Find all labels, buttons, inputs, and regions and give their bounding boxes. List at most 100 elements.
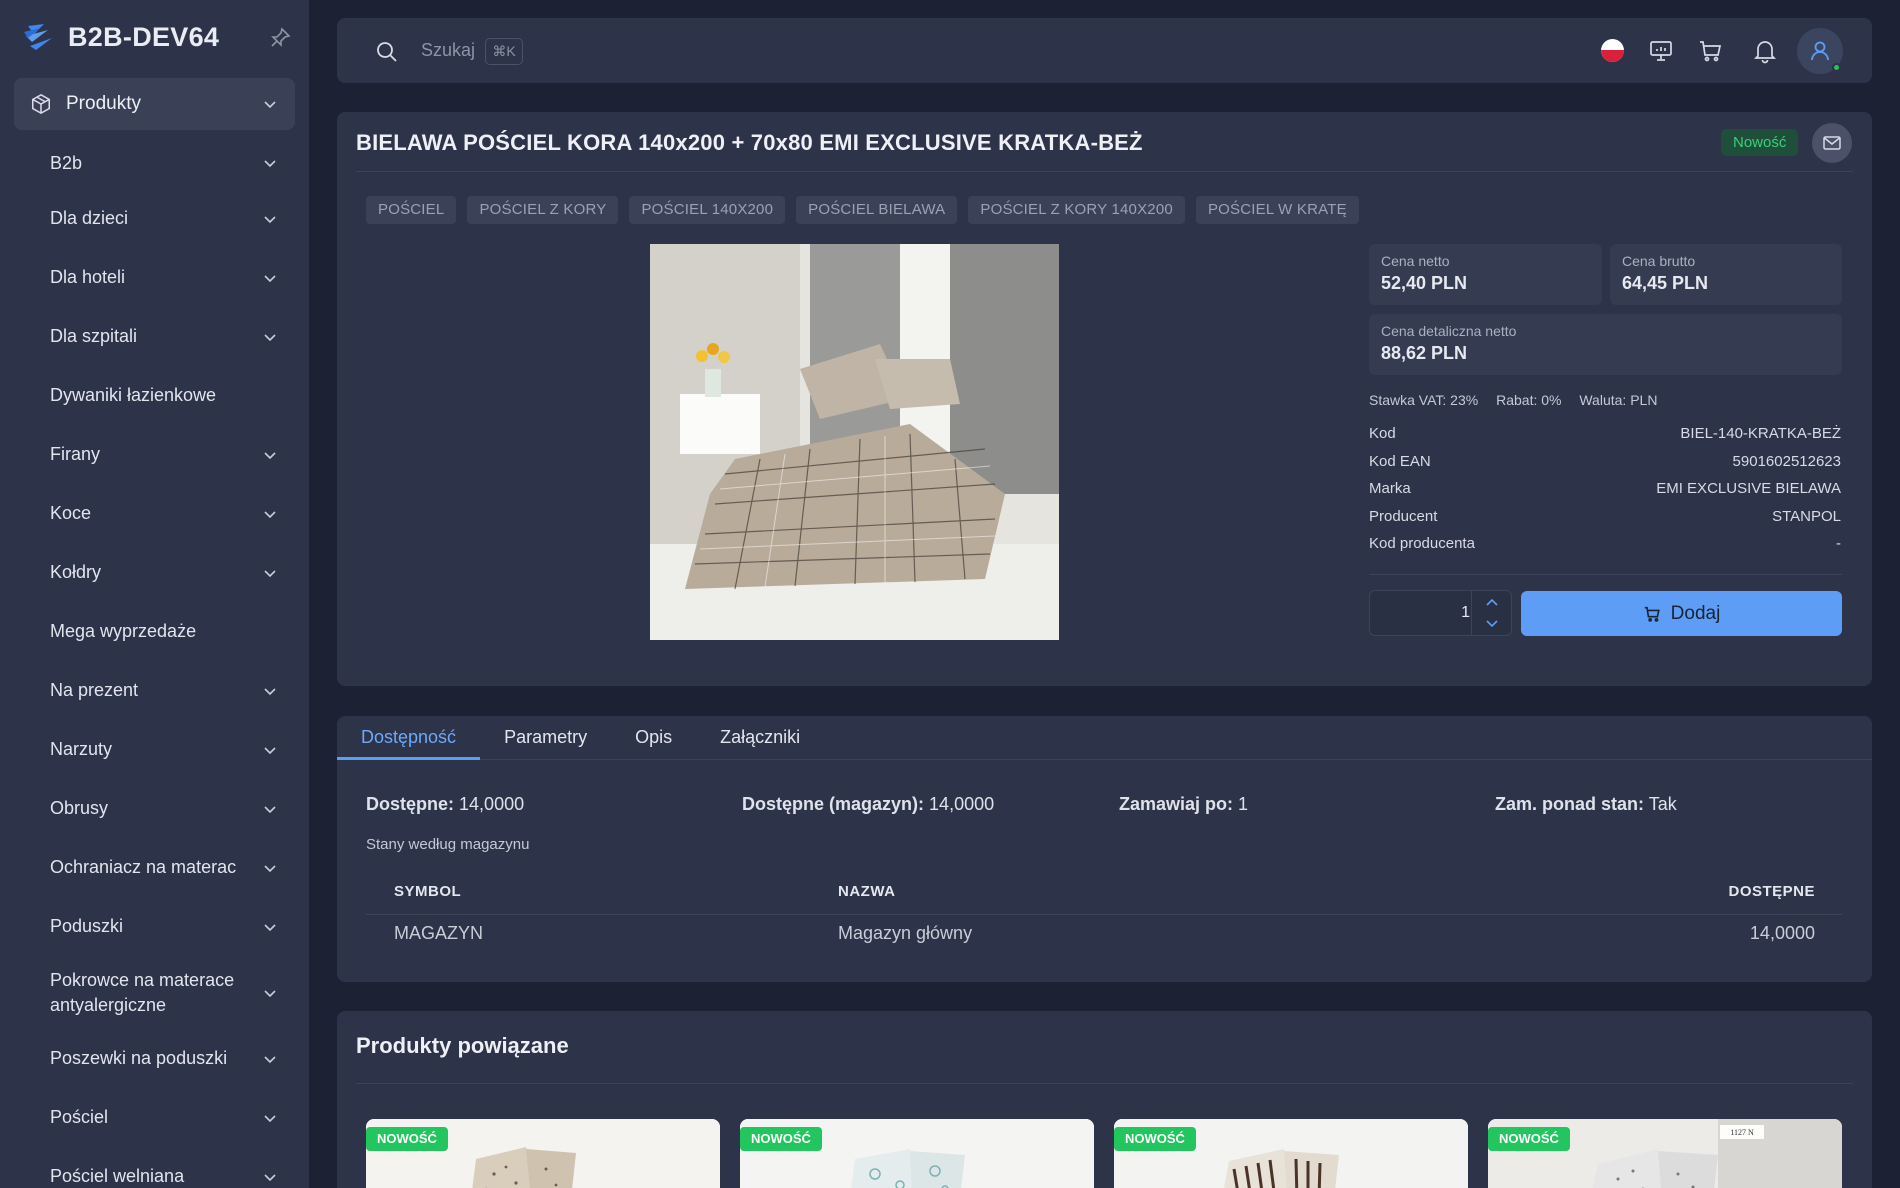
sidebar-item-ochraniacz-na-materac[interactable]: Ochraniacz na materac (14, 838, 295, 897)
sidebar-item-produkty[interactable]: Produkty (14, 78, 295, 130)
sidebar-item-koce[interactable]: Koce (14, 484, 295, 543)
cell-name: Magazyn główny (838, 923, 973, 943)
new-badge: NOWOŚĆ (1114, 1127, 1196, 1151)
product-tag[interactable]: POŚCIEL BIELAWA (796, 196, 958, 224)
sidebar-item-b2b[interactable]: B2b (14, 137, 295, 189)
tab-załączniki[interactable]: Załączniki (696, 716, 824, 760)
product-tag[interactable]: POŚCIEL Z KORY 140X200 (968, 196, 1185, 224)
sidebar: B2B-DEV64 Produkty B2b Dla dzieci Dla hote… (0, 0, 309, 1188)
chevron-down-icon (264, 746, 276, 754)
product-tag[interactable]: POŚCIEL Z KORY (467, 196, 619, 224)
sidebar-item-dywaniki-łazienkowe[interactable]: Dywaniki łazienkowe (14, 366, 295, 425)
sidebar-item-obrusy[interactable]: Obrusy (14, 779, 295, 838)
sidebar-item-label: B2b (50, 152, 83, 173)
chevron-down-icon (264, 864, 276, 872)
gross-price-box: Cena brutto 64,45 PLN (1610, 244, 1842, 305)
related-product-card[interactable]: 1127 N NOWOŚĆ (1488, 1119, 1842, 1188)
quantity-decrease-button[interactable] (1472, 613, 1512, 635)
sidebar-item-label: Dywaniki łazienkowe (50, 385, 217, 405)
language-flag-icon[interactable] (1601, 39, 1624, 62)
sidebar-item-label: Pokrowce na materace antyalergiczne (50, 969, 235, 1015)
quantity-stepper[interactable]: 1 (1369, 590, 1512, 636)
product-card: BIELAWA POŚCIEL KORA 140x200 + 70x80 EMI… (337, 112, 1872, 686)
chevron-down-icon (264, 1055, 276, 1063)
sidebar-item-label: Dla dzieci (50, 208, 129, 228)
gross-price-label: Cena brutto (1622, 253, 1696, 269)
sidebar-item-label: Na prezent (50, 680, 139, 700)
available-value: 14,0000 (459, 794, 525, 814)
add-button-label: Dodaj (1670, 602, 1721, 624)
search-input[interactable]: Szukaj (421, 40, 475, 61)
sidebar-item-pościel[interactable]: Pościel (14, 1088, 295, 1147)
chevron-down-icon (264, 569, 276, 577)
product-tag[interactable]: POŚCIEL 140X200 (629, 196, 786, 224)
tab-bar: Dostępność Parametry Opis Załączniki (337, 716, 824, 760)
sidebar-item-label: Kołdry (50, 562, 102, 582)
search-icon[interactable] (375, 40, 399, 64)
add-to-cart-button[interactable]: Dodaj (1521, 591, 1842, 636)
sidebar-item-poszewki-na-poduszki[interactable]: Poszewki na poduszki (14, 1029, 295, 1088)
related-product-card[interactable]: NOWOŚĆ (740, 1119, 1094, 1188)
sidebar-item-kołdry[interactable]: Kołdry (14, 543, 295, 602)
sidebar-item-label: Dla hoteli (50, 267, 126, 287)
sidebar-item-dla-hoteli[interactable]: Dla hoteli (14, 248, 295, 307)
over-stock-value: Tak (1648, 794, 1677, 814)
quantity-increase-button[interactable] (1472, 591, 1512, 613)
related-products-card: Produkty powiązane NOWOŚĆ NOWOŚĆ NOWOŚĆ (337, 1011, 1872, 1188)
related-product-card[interactable]: NOWOŚĆ (1114, 1119, 1468, 1188)
sidebar-item-pościel-welniana[interactable]: Pościel welniana (14, 1147, 295, 1188)
product-tag[interactable]: POŚCIEL W KRATĘ (1195, 196, 1359, 224)
product-image[interactable] (650, 244, 1059, 640)
box-icon (31, 93, 51, 115)
column-header-symbol: SYMBOL (394, 883, 462, 900)
attribute-value: EMI EXCLUSIVE BIELAWA (1656, 480, 1841, 497)
product-label-text: 1127 N (1730, 1128, 1754, 1137)
new-badge: Nowość (1721, 129, 1799, 156)
sidebar-item-label: Narzuty (50, 739, 113, 759)
chevron-down-icon (264, 333, 276, 341)
quantity-input[interactable]: 1 (1370, 591, 1470, 635)
presentation-icon[interactable] (1648, 38, 1674, 64)
email-button[interactable] (1812, 123, 1852, 163)
pin-icon[interactable] (268, 26, 292, 50)
sidebar-item-mega-wyprzedaże[interactable]: Mega wyprzedaże (14, 602, 295, 661)
tag-list: POŚCIEL POŚCIEL Z KORY POŚCIEL 140X200 POŚC… (366, 196, 1370, 224)
net-price-box: Cena netto 52,40 PLN (1369, 244, 1602, 305)
related-product-card[interactable]: NOWOŚĆ (366, 1119, 720, 1188)
cell-available: 14,0000 (1749, 923, 1815, 943)
sidebar-item-pokrowce-na-materace-antyalergiczne[interactable]: Pokrowce na materace antyalergiczne (14, 956, 295, 1029)
divider (356, 1083, 1853, 1084)
sidebar-item-dla-dzieci[interactable]: Dla dzieci (14, 189, 295, 248)
brand[interactable]: B2B-DEV64 (22, 18, 219, 56)
column-header-available: DOSTĘPNE (1728, 883, 1815, 900)
new-badge: NOWOŚĆ (740, 1127, 822, 1151)
sidebar-item-label: Ochraniacz na materac (50, 857, 237, 877)
chevron-down-icon (264, 274, 276, 282)
sidebar-item-firany[interactable]: Firany (14, 425, 295, 484)
sidebar-item-dla-szpitali[interactable]: Dla szpitali (14, 307, 295, 366)
order-after-info: Zamawiaj po: 1 (1119, 794, 1248, 815)
sidebar-item-poduszki[interactable]: Poduszki (14, 897, 295, 956)
user-icon (1811, 41, 1829, 61)
avatar[interactable] (1797, 28, 1843, 74)
tab-parametry[interactable]: Parametry (480, 716, 611, 760)
attribute-label: Marka (1369, 480, 1411, 497)
tab-opis[interactable]: Opis (611, 716, 696, 760)
search-shortcut: ⌘K (485, 38, 523, 65)
sidebar-item-label: Poszewki na poduszki (50, 1048, 228, 1068)
warehouse-info: Dostępne (magazyn): 14,0000 (742, 794, 994, 815)
retail-price-value: 88,62 PLN (1381, 343, 1468, 363)
cart-icon[interactable] (1697, 38, 1723, 64)
sidebar-nav: Produkty B2b Dla dzieci Dla hoteli Dla szpi… (14, 78, 295, 1188)
brand-logo-icon (24, 24, 52, 50)
currency: Waluta: PLN (1579, 392, 1658, 408)
sidebar-item-na-prezent[interactable]: Na prezent (14, 661, 295, 720)
product-tag[interactable]: POŚCIEL (366, 196, 457, 224)
tab-dostępność[interactable]: Dostępność (337, 716, 481, 760)
order-after-value: 1 (1238, 794, 1249, 814)
bell-icon[interactable] (1752, 38, 1778, 64)
retail-price-label: Cena detaliczna netto (1381, 323, 1517, 339)
sidebar-item-narzuty[interactable]: Narzuty (14, 720, 295, 779)
warehouse-label: Dostępne (magazyn): (742, 794, 925, 814)
available-info: Dostępne: 14,0000 (366, 794, 524, 815)
